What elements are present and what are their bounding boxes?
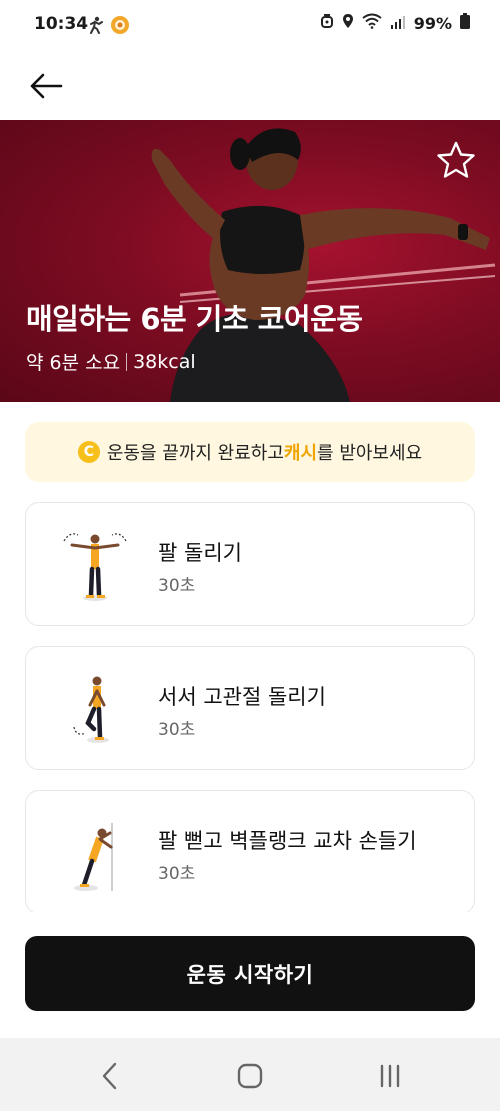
wall-plank-illustration [74,823,113,891]
exercise-name: 팔 뻗고 벽플랭크 교차 손들기 [158,829,417,853]
runner-notification-icon [86,16,104,38]
location-icon [342,13,354,33]
exercise-duration: 30초 [158,864,196,884]
workout-duration: 약 6분 소요 [26,352,121,374]
alarm-icon [320,13,334,33]
app-badge-icon [110,15,130,39]
star-outline-icon [437,141,475,178]
coin-icon: C [77,441,100,463]
promo-text-after: 를 받아보세요 [317,443,423,464]
exercise-name: 팔 돌리기 [158,541,242,565]
recents-lines-icon [380,1064,400,1088]
arrow-left-icon [30,73,63,99]
battery-percent: 99% [413,13,452,33]
back-button[interactable] [26,66,66,106]
workout-meta: 약 6분 소요 38kcal [26,348,196,375]
exercise-card[interactable]: 서서 고관절 돌리기 30초 [25,646,475,770]
workout-title: 매일하는 6분 기초 코어운동 [26,302,363,336]
nav-home-button[interactable] [230,1056,270,1096]
home-square-icon [237,1063,263,1089]
promo-text-before: 운동을 끝까지 완료하고 [106,443,284,464]
status-bar: 10:34 99% [0,0,500,52]
battery-icon [460,13,470,33]
workout-calories: 38kcal [133,350,196,373]
exercise-name: 서서 고관절 돌리기 [158,685,326,709]
workout-hero: 매일하는 6분 기초 코어운동 약 6분 소요 38kcal [0,120,500,402]
system-nav-bar [0,1038,500,1111]
start-workout-button[interactable]: 운동 시작하기 [25,936,475,1011]
system-status-icons: 99% [320,13,470,33]
chevron-left-icon [102,1062,117,1090]
wifi-icon [362,13,382,33]
exercise-card[interactable]: 팔 돌리기 30초 [25,502,475,626]
cash-reward-banner: C 운동을 끝까지 완료하고 캐시 를 받아보세요 [25,422,475,482]
app-bar [0,52,500,120]
favorite-button[interactable] [434,138,478,182]
nav-back-button[interactable] [90,1056,130,1096]
exercise-duration: 30초 [158,576,196,596]
status-time: 10:34 [34,14,89,34]
nav-recents-button[interactable] [370,1056,410,1096]
arm-circles-illustration [63,533,127,601]
exercise-card[interactable]: 팔 뻗고 벽플랭크 교차 손들기 30초 [25,790,475,914]
promo-highlight: 캐시 [283,443,318,464]
meta-divider [126,352,128,371]
exercise-duration: 30초 [158,720,196,740]
notification-icons [86,15,130,39]
standing-hip-rotation-illustration [73,676,109,743]
signal-icon [390,14,406,33]
